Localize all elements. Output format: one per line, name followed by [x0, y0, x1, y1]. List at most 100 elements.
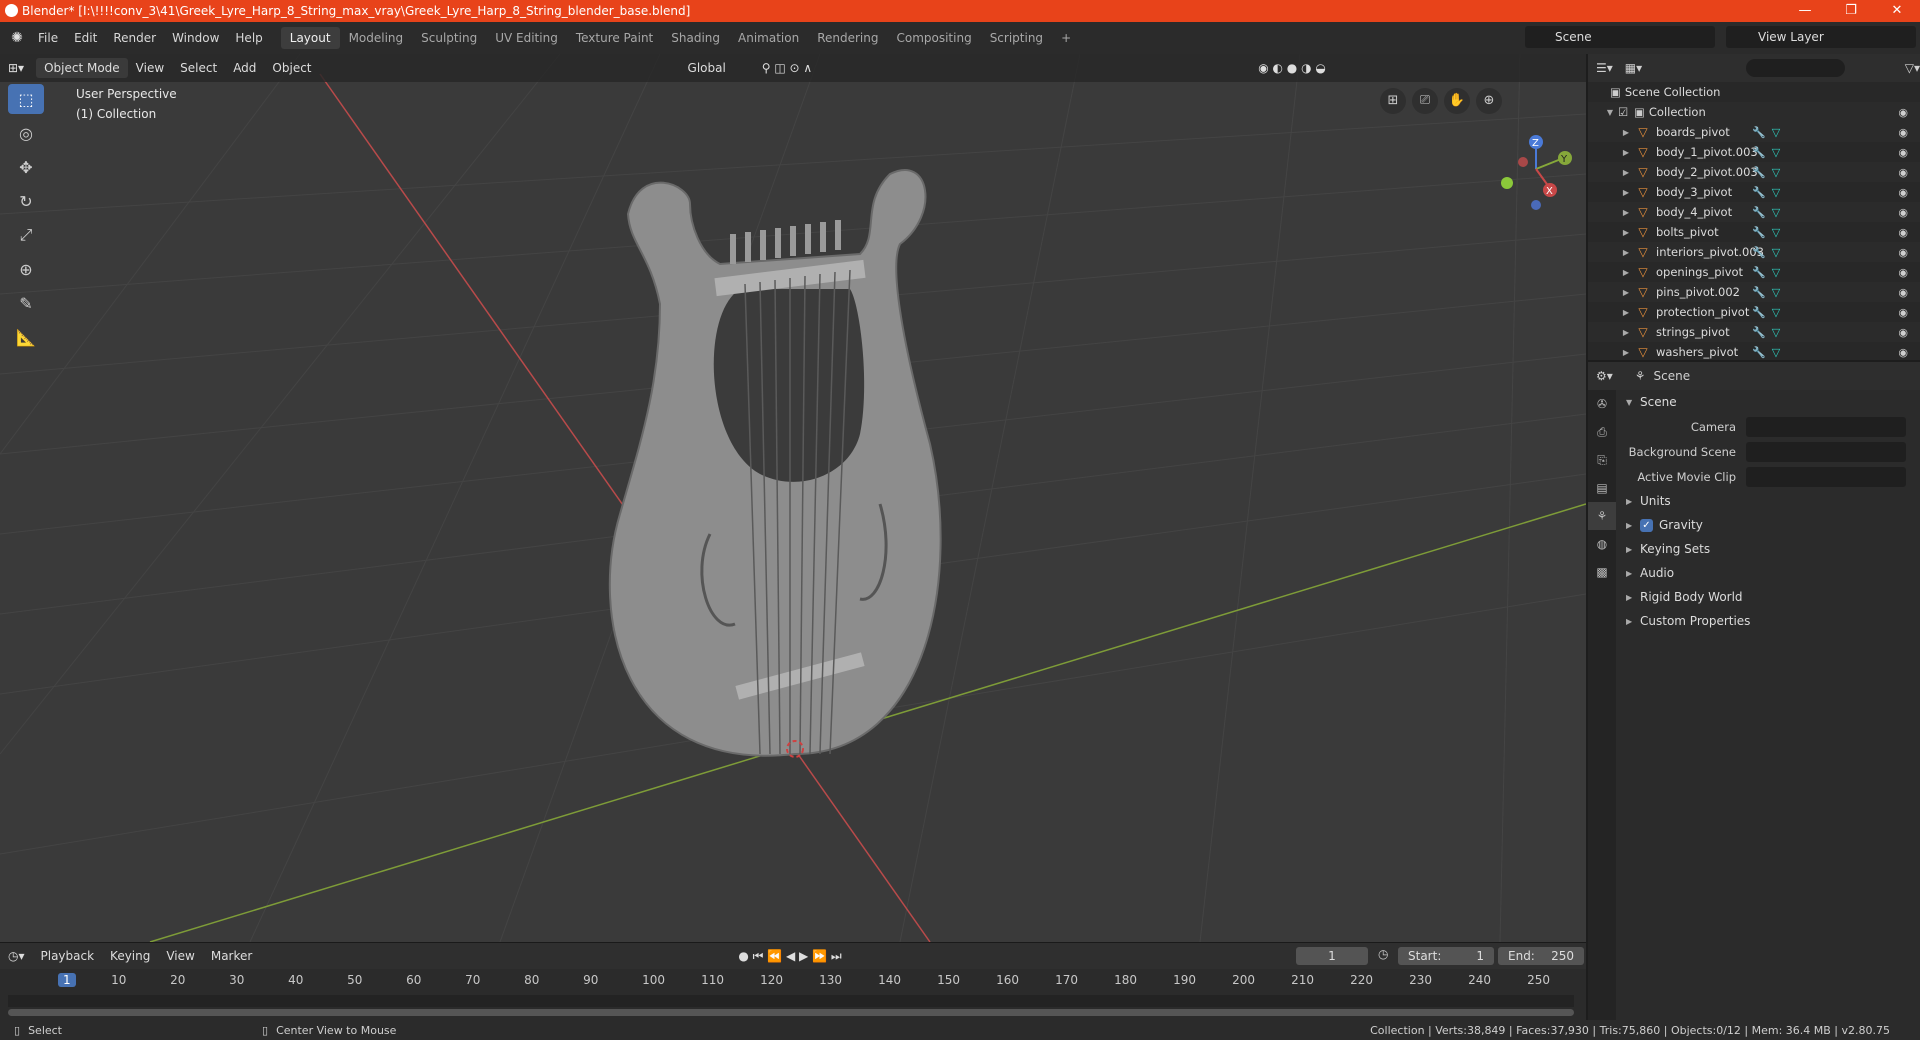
outliner-item[interactable]: ▶ ▽ pins_pivot.002 🔧 ▽ ◉ — [1588, 282, 1920, 302]
eye-icon[interactable]: ◉ — [1898, 326, 1908, 339]
menu-render[interactable]: Render — [105, 31, 164, 45]
outliner-item[interactable]: ▶ ▽ body_2_pivot.003 🔧 ▽ ◉ — [1588, 162, 1920, 182]
mesh-icon[interactable]: ▽ — [1772, 166, 1780, 179]
menu-help[interactable]: Help — [227, 31, 270, 45]
tab-animation[interactable]: Animation — [729, 27, 808, 49]
mesh-icon[interactable]: ▽ — [1772, 266, 1780, 279]
filter-icon[interactable]: ▽▾ — [1905, 61, 1920, 75]
timeline-editor-icon[interactable]: ◷▾ — [0, 949, 33, 963]
movie-clip-field[interactable]: Active Movie Clip — [1618, 464, 1920, 489]
outliner-item[interactable]: ▶ ▽ bolts_pivot 🔧 ▽ ◉ — [1588, 222, 1920, 242]
outliner-collection[interactable]: ▼ ☑ ▣ Collection ◉ — [1588, 102, 1920, 122]
hand-icon[interactable]: ✋ — [1444, 88, 1470, 114]
mesh-icon[interactable]: ▽ — [1772, 126, 1780, 139]
eye-icon[interactable]: ◉ — [1898, 206, 1908, 219]
menu-window[interactable]: Window — [164, 31, 227, 45]
expand-icon[interactable]: ▼ — [1602, 108, 1618, 117]
world-tab-icon[interactable]: ◍ — [1588, 530, 1616, 558]
tab-texture-paint[interactable]: Texture Paint — [567, 27, 662, 49]
modifier-icon[interactable]: 🔧 — [1752, 146, 1766, 159]
menu-marker[interactable]: Marker — [203, 949, 260, 963]
tab-compositing[interactable]: Compositing — [887, 27, 980, 49]
tool-tab-icon[interactable]: ✇ — [1588, 390, 1616, 418]
expand-icon[interactable]: ▶ — [1618, 248, 1634, 257]
camera-icon[interactable]: ⎚ — [1412, 88, 1438, 114]
movie-clip-selector[interactable] — [1746, 466, 1906, 487]
transform-tool-icon[interactable]: ⊕ — [8, 254, 44, 284]
gravity-checkbox[interactable]: ✓ — [1640, 518, 1653, 532]
modifier-icon[interactable]: 🔧 — [1752, 326, 1766, 339]
eye-icon[interactable]: ◉ — [1898, 266, 1908, 279]
modifier-icon[interactable]: 🔧 — [1752, 266, 1766, 279]
eye-icon[interactable]: ◉ — [1898, 306, 1908, 319]
expand-icon[interactable]: ▶ — [1618, 188, 1634, 197]
panel-rigid-body-world[interactable]: ▶ Rigid Body World — [1618, 585, 1920, 609]
outliner-item[interactable]: ▶ ▽ openings_pivot 🔧 ▽ ◉ — [1588, 262, 1920, 282]
blender-menu-icon[interactable]: ✺ — [4, 30, 30, 46]
scene-tab-icon[interactable]: ⚘ — [1588, 502, 1616, 530]
panel-custom-properties[interactable]: ▶ Custom Properties — [1618, 609, 1920, 633]
modifier-icon[interactable]: 🔧 — [1752, 126, 1766, 139]
expand-icon[interactable]: ▶ — [1618, 168, 1634, 177]
menu-view[interactable]: View — [128, 58, 172, 78]
modifier-icon[interactable]: 🔧 — [1752, 346, 1766, 359]
cursor-tool-icon[interactable]: ◎ — [8, 118, 44, 148]
menu-add[interactable]: Add — [225, 58, 264, 78]
outliner-item[interactable]: ▶ ▽ body_4_pivot 🔧 ▽ ◉ — [1588, 202, 1920, 222]
eye-icon[interactable]: ◉ — [1898, 126, 1908, 139]
scene-selector[interactable]: Scene — [1525, 26, 1715, 48]
outliner-item[interactable]: ▶ ▽ washers_pivot 🔧 ▽ ◉ — [1588, 342, 1920, 362]
maximize-button[interactable]: ❐ — [1828, 0, 1874, 22]
zoom-icon[interactable]: ⊕ — [1476, 88, 1502, 114]
texture-tab-icon[interactable]: ▩ — [1588, 558, 1616, 586]
transform-orientation[interactable]: Global — [680, 58, 734, 78]
clock-icon[interactable]: ◷ — [1378, 947, 1388, 961]
3d-viewport[interactable]: Z Y X ⊞▾ Object Mode View Select Add Obj… — [0, 54, 1586, 942]
view-layer-tab-icon[interactable]: ▤ — [1588, 474, 1616, 502]
editor-type-icon[interactable]: ⊞▾ — [0, 58, 32, 78]
render-tab-icon[interactable]: ⎙ — [1588, 418, 1616, 446]
snap-icon[interactable]: ⚲ ◫ ⊙ ∧ — [754, 58, 820, 78]
modifier-icon[interactable]: 🔧 — [1752, 166, 1766, 179]
eye-icon[interactable]: ◉ — [1898, 246, 1908, 259]
camera-field[interactable]: Camera — [1618, 414, 1920, 439]
start-frame-field[interactable]: Start: 1 — [1398, 947, 1494, 965]
playback-controls[interactable]: ● ⏮ ⏪ ◀ ▶ ⏩ ⏭ — [730, 949, 849, 964]
eye-icon[interactable]: ◉ — [1898, 286, 1908, 299]
expand-icon[interactable]: ▶ — [1618, 308, 1634, 317]
timeline-track[interactable] — [8, 995, 1574, 1007]
close-button[interactable]: ✕ — [1874, 0, 1920, 22]
measure-tool-icon[interactable]: 📐 — [8, 322, 44, 352]
panel-units[interactable]: ▶ Units — [1618, 489, 1920, 513]
grid-icon[interactable]: ⊞ — [1380, 88, 1406, 114]
tab-sculpting[interactable]: Sculpting — [412, 27, 486, 49]
background-scene-field[interactable]: Background Scene — [1618, 439, 1920, 464]
expand-icon[interactable]: ▶ — [1618, 148, 1634, 157]
outliner-editor-icon[interactable]: ☰▾ — [1588, 61, 1621, 75]
mesh-icon[interactable]: ▽ — [1772, 186, 1780, 199]
mesh-icon[interactable]: ▽ — [1772, 206, 1780, 219]
mode-selector[interactable]: Object Mode — [36, 58, 128, 78]
checkbox-icon[interactable]: ☑ — [1618, 105, 1634, 119]
panel-audio[interactable]: ▶ Audio — [1618, 561, 1920, 585]
minimize-button[interactable]: — — [1782, 0, 1828, 22]
modifier-icon[interactable]: 🔧 — [1752, 306, 1766, 319]
expand-icon[interactable]: ▶ — [1618, 268, 1634, 277]
modifier-icon[interactable]: 🔧 — [1752, 206, 1766, 219]
outliner-item[interactable]: ▶ ▽ strings_pivot 🔧 ▽ ◉ — [1588, 322, 1920, 342]
menu-select[interactable]: Select — [172, 58, 225, 78]
eye-icon[interactable]: ◉ — [1898, 226, 1908, 239]
tab-modeling[interactable]: Modeling — [340, 27, 413, 49]
scale-tool-icon[interactable]: ⤢ — [8, 220, 44, 250]
view-layer-selector[interactable]: View Layer — [1726, 26, 1916, 48]
mesh-icon[interactable]: ▽ — [1772, 326, 1780, 339]
tab-shading[interactable]: Shading — [662, 27, 729, 49]
outliner-item[interactable]: ▶ ▽ body_3_pivot 🔧 ▽ ◉ — [1588, 182, 1920, 202]
eye-icon[interactable]: ◉ — [1898, 146, 1908, 159]
background-scene-selector[interactable] — [1746, 441, 1906, 462]
expand-icon[interactable]: ▶ — [1618, 288, 1634, 297]
move-tool-icon[interactable]: ✥ — [8, 152, 44, 182]
mesh-icon[interactable]: ▽ — [1772, 226, 1780, 239]
modifier-icon[interactable]: 🔧 — [1752, 186, 1766, 199]
expand-icon[interactable]: ▶ — [1618, 128, 1634, 137]
